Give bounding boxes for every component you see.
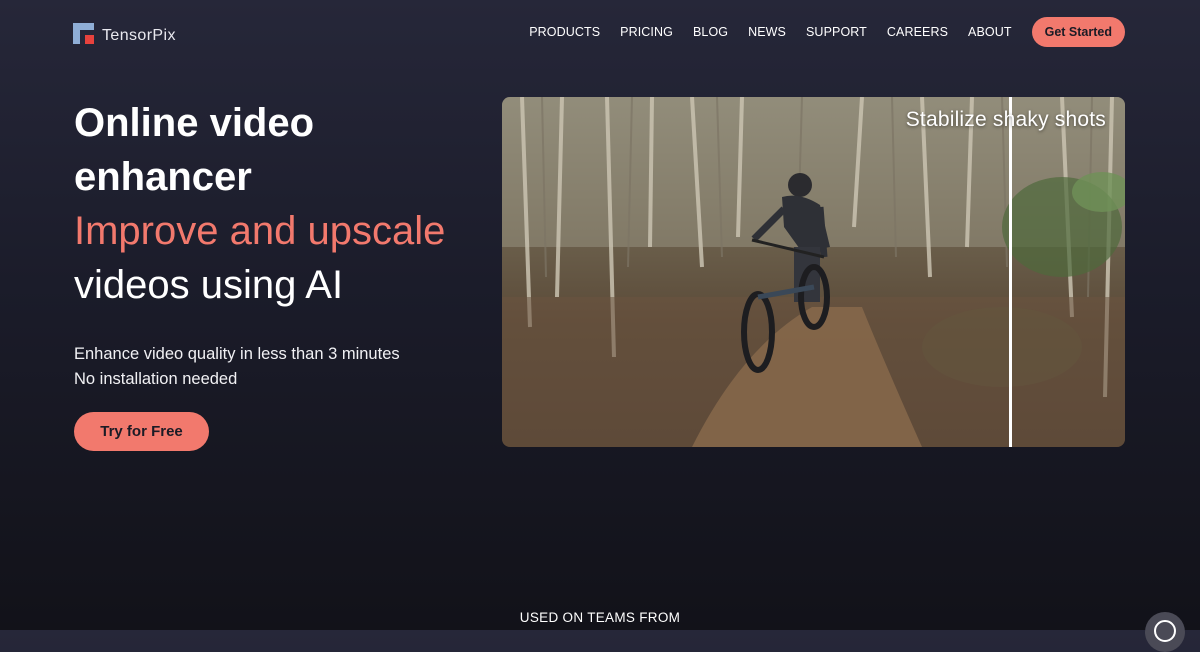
hero-title: Online video enhancer Improve and upscal… [74,96,494,312]
nav-blog[interactable]: BLOG [693,25,728,39]
logo[interactable]: TensorPix [73,22,176,45]
tensorpix-logo-icon [73,23,94,44]
hero-section: Online video enhancer Improve and upscal… [74,96,494,391]
hero-subtitle-line1: Enhance video quality in less than 3 min… [74,345,400,363]
video-frame-illustration [502,97,1125,447]
get-started-button[interactable]: Get Started [1031,17,1125,47]
chat-icon [1154,620,1176,642]
nav-products[interactable]: PRODUCTS [529,25,600,39]
chat-button[interactable] [1145,612,1185,652]
nav-careers[interactable]: CAREERS [887,25,948,39]
hero-subtitle-line2: No installation needed [74,369,238,388]
hero-subtitle: Enhance video quality in less than 3 min… [74,342,494,391]
video-caption: Stabilize shaky shots [905,108,1106,131]
nav-news[interactable]: NEWS [748,25,786,39]
comparison-slider[interactable] [1009,97,1012,447]
demo-video[interactable]: Stabilize shaky shots [502,97,1125,447]
try-for-free-button[interactable]: Try for Free [74,412,209,451]
nav-support[interactable]: SUPPORT [806,25,867,39]
used-on-heading: USED ON TEAMS FROM [519,610,681,625]
nav-about[interactable]: ABOUT [968,25,1012,39]
hero-title-line1: Online video [74,101,315,145]
main-nav: PRODUCTS PRICING BLOG NEWS SUPPORT CAREE… [529,17,1125,47]
hero-title-accent: Improve and upscale [74,209,446,253]
hero-title-line4: videos using AI [74,263,344,307]
nav-pricing[interactable]: PRICING [620,25,673,39]
hero-title-line2: enhancer [74,155,252,199]
brand-name: TensorPix [102,27,176,44]
